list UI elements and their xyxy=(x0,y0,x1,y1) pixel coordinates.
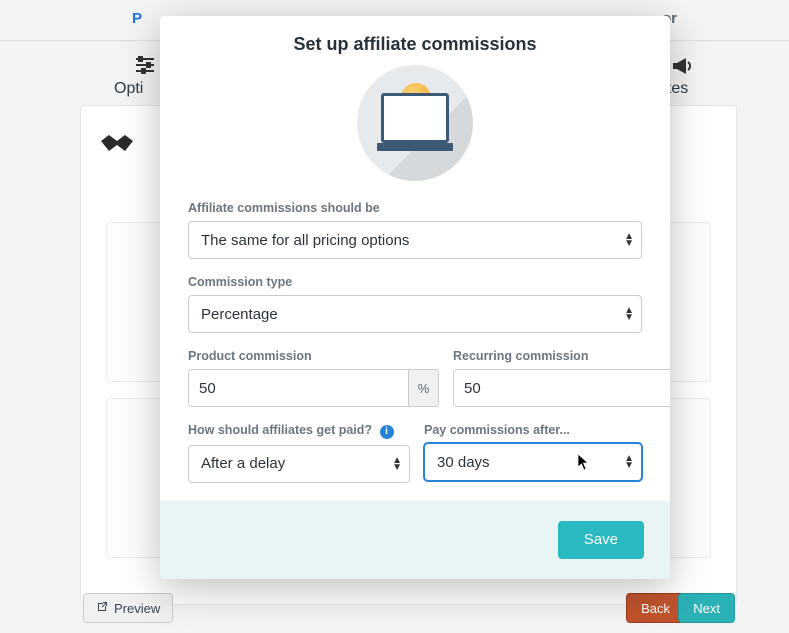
percent-suffix: % xyxy=(408,370,438,406)
type-select[interactable]: Percentage xyxy=(188,295,642,333)
bg-left-label: Opti xyxy=(114,80,143,98)
modal-title: Set up affiliate commissions xyxy=(188,34,642,55)
save-button[interactable]: Save xyxy=(558,521,644,559)
pay-after-label: Pay commissions after... xyxy=(424,423,642,437)
recurring-commission-input-group: % xyxy=(453,369,670,407)
pay-method-label: How should affiliates get paid? i xyxy=(188,423,410,439)
preview-button[interactable]: Preview xyxy=(83,593,173,623)
bg-tab-left-fragment: P xyxy=(132,10,142,27)
preview-label: Preview xyxy=(114,601,160,616)
hero-illustration xyxy=(188,65,642,181)
external-link-icon xyxy=(96,601,108,616)
sliders-icon xyxy=(134,56,156,79)
info-icon[interactable]: i xyxy=(380,425,394,439)
megaphone-icon xyxy=(670,56,694,81)
app-background: P or Opti ates Preview Back Next Set up … xyxy=(0,0,789,633)
product-commission-input[interactable] xyxy=(189,370,408,406)
pay-method-select[interactable]: After a delay xyxy=(188,445,410,483)
recurring-commission-input[interactable] xyxy=(454,370,670,406)
modal-footer: Save xyxy=(160,501,670,579)
back-button[interactable]: Back xyxy=(626,593,685,623)
affiliate-commissions-modal: Set up affiliate commissions Affiliate c… xyxy=(160,16,670,579)
next-button[interactable]: Next xyxy=(678,593,735,623)
product-commission-input-group: % xyxy=(188,369,439,407)
scope-label: Affiliate commissions should be xyxy=(188,201,642,215)
product-commission-label: Product commission xyxy=(188,349,439,363)
pay-after-select[interactable]: 30 days xyxy=(424,443,642,481)
type-label: Commission type xyxy=(188,275,642,289)
handshake-icon xyxy=(97,130,137,167)
scope-select[interactable]: The same for all pricing options xyxy=(188,221,642,259)
recurring-commission-label: Recurring commission xyxy=(453,349,670,363)
